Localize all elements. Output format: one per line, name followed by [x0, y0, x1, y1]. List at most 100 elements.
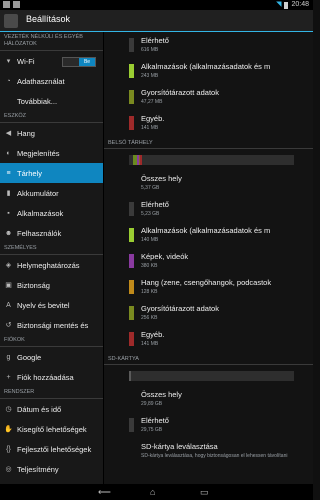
sidebar-item-felhasznalok[interactable]: ☻ Felhasználók [0, 223, 103, 243]
internal-row-egyeb[interactable]: Egyéb. 141 MB [104, 326, 313, 352]
storage-row-elerheto[interactable]: Elérhető 616 MB [104, 32, 313, 58]
sd-row-osszes-hely[interactable]: Összes hely 29,89 GB [104, 386, 313, 412]
section-divider [104, 364, 313, 365]
category-color-swatch [129, 332, 134, 346]
storage-icon: ≡ [6, 169, 11, 177]
sidebar-item-label: Hang [17, 128, 35, 138]
sidebar-item-fejlesztoi-lehetosegek[interactable]: {} Fejlesztői lehetőségek [0, 439, 103, 459]
sidebar-item-label: Akkumulátor [17, 188, 59, 198]
sidebar-item-teljesitmeny[interactable]: ◎ Teljesítmény [0, 459, 103, 479]
sidebar-item-wi-fi[interactable]: ▾ Wi-Fi Be [0, 51, 103, 71]
sidebar-item-tarhely[interactable]: ≡ Tárhely [0, 163, 103, 183]
internal-row-kepek-videok[interactable]: Képek, videók 380 KB [104, 248, 313, 274]
action-bar: Beállítások [0, 10, 313, 32]
language-icon: A [6, 301, 11, 309]
category-color-swatch [129, 280, 134, 294]
section-title: SD-KÁRTYA [108, 356, 139, 362]
sidebar-item-biztonsag[interactable]: ▣ Biztonság [0, 275, 103, 295]
internal-row-alkalmazasok-alkalmazasadatok-es-m[interactable]: Alkalmazások (alkalmazásadatok és m 140 M… [104, 222, 313, 248]
sidebar-item-adathasznalat[interactable]: ◔ Adathasználat [0, 71, 103, 91]
sd-row-elerheto[interactable]: Elérhető 29,75 GB [104, 412, 313, 438]
internal-row-elerheto[interactable]: Elérhető 5,23 GB [104, 196, 313, 222]
sidebar-item-label: Adathasználat [17, 76, 65, 86]
sidebar-section-header: RENDSZER [0, 387, 103, 399]
battery-status-icon [284, 1, 289, 9]
internal-storage-section: BELSŐ TÁRHELY [104, 136, 313, 150]
row-value: SD-kártya leválasztása, hogy biztonságos… [141, 453, 288, 459]
settings-app-icon[interactable] [4, 14, 18, 28]
home-icon[interactable]: ⌂ [150, 487, 155, 497]
category-color-swatch [129, 418, 134, 432]
sidebar-item-nyelv-es-bevitel[interactable]: A Nyelv és bevitel [0, 295, 103, 315]
sd-row-sd-kartya-levalasztasa[interactable]: SD-kártya leválasztása SD-kártya leválasz… [104, 438, 313, 464]
sidebar-item-alkalmazasok[interactable]: ▪ Alkalmazások [0, 203, 103, 223]
sidebar-item-label: Google [17, 352, 42, 362]
row-value: 616 MB [141, 47, 159, 53]
row-value: 5,37 GB [141, 185, 160, 191]
sidebar-item-tovabbiak[interactable]: Továbbiak... [0, 91, 103, 111]
sidebar-item-helymeghatarozas[interactable]: ◈ Helymeghatározás [0, 255, 103, 275]
row-value: 380 KB [141, 263, 158, 269]
sidebar-section-header: ESZKÖZ [0, 111, 103, 123]
sidebar-item-google[interactable]: g Google [0, 347, 103, 367]
row-label: Képek, videók [141, 252, 189, 261]
storage-row-alkalmazasok-alkalmazasadatok-es-m[interactable]: Alkalmazások (alkalmazásadatok és m 243 M… [104, 58, 313, 84]
users-icon: ☻ [4, 229, 13, 237]
storage-row-gyorsitotarazott-adatok[interactable]: Gyorsítótárazott adatok 47,27 MB [104, 84, 313, 110]
row-label: Egyéb. [141, 114, 165, 123]
sidebar-item-label: Biztonság [17, 280, 50, 290]
row-label: Összes hely [141, 390, 182, 399]
row-label: Elérhető [141, 416, 169, 425]
row-value: 47,27 MB [141, 99, 163, 105]
sidebar-item-akkumulator[interactable]: ▮ Akkumulátor [0, 183, 103, 203]
display-icon: ◐ [6, 149, 11, 157]
row-label: Alkalmazások (alkalmazásadatok és m [141, 226, 271, 235]
recent-apps-icon[interactable]: ▭ [200, 487, 209, 497]
status-bar: ◥ 20:48 [0, 0, 313, 10]
row-value: 140 MB [141, 237, 159, 243]
internal-row-osszes-hely[interactable]: Összes hely 5,37 GB [104, 170, 313, 196]
wifi-toggle[interactable]: Be [62, 57, 96, 67]
navigation-bar: ⟵ ⌂ ▭ [0, 484, 313, 500]
category-color-swatch [129, 228, 134, 242]
wifi-signal-icon: ◥ [276, 1, 282, 8]
sidebar-item-biztonsagi-mentes-es[interactable]: ↺ Biztonsági mentés és [0, 315, 103, 335]
hand-icon: ✋ [4, 426, 13, 433]
row-label: Gyorsítótárazott adatok [141, 88, 219, 97]
sd-storage-bar-row [104, 366, 313, 386]
sidebar-item-label: Teljesítmény [17, 464, 59, 474]
category-color-swatch [129, 38, 134, 52]
row-value: 128 KB [141, 289, 158, 295]
internal-row-gyorsitotarazott-adatok[interactable]: Gyorsítótárazott adatok 256 KB [104, 300, 313, 326]
sidebar-item-label: Helymeghatározás [17, 260, 80, 270]
internal-row-hang-zene-csengohangok-podcastok[interactable]: Hang (zene, csengőhangok, podcastok 128 K… [104, 274, 313, 300]
lock-icon: ▣ [5, 282, 12, 289]
sidebar-item-datum-es-ido[interactable]: ◷ Dátum és idő [0, 399, 103, 419]
category-color-swatch [129, 202, 134, 216]
status-right: ◥ 20:48 [276, 0, 309, 10]
sidebar-item-megjelenites[interactable]: ◐ Megjelenítés [0, 143, 103, 163]
row-label: Hang (zene, csengőhangok, podcastok [141, 278, 272, 287]
page-title: Beállítások [26, 14, 71, 24]
sidebar-item-label: Fiók hozzáadása [17, 372, 74, 382]
sidebar-item-fiok-hozzaadasa[interactable]: + Fiók hozzáadása [0, 367, 103, 387]
sidebar-item-label: Alkalmazások [17, 208, 64, 218]
sidebar-item-hang[interactable]: ◀ Hang [0, 123, 103, 143]
clock-icon: ◷ [5, 406, 12, 413]
row-value: 5,23 GB [141, 211, 160, 217]
row-value: 256 KB [141, 315, 158, 321]
category-color-swatch [129, 90, 134, 104]
usage-bar-segment [139, 155, 142, 165]
developer-icon: {} [6, 445, 11, 453]
storage-row-egyeb[interactable]: Egyéb. 141 MB [104, 110, 313, 136]
toggle-state: Be [79, 58, 95, 66]
row-label: Egyéb. [141, 330, 165, 339]
row-value: 29,75 GB [141, 427, 163, 433]
apps-icon: ▪ [7, 209, 10, 217]
sidebar-item-label: Biztonsági mentés és [17, 320, 89, 330]
back-icon[interactable]: ⟵ [98, 487, 111, 497]
sidebar-item-kisegito-lehetosegek[interactable]: ✋ Kisegítő lehetőségek [0, 419, 103, 439]
row-value: 29,89 GB [141, 401, 163, 407]
performance-icon: ◎ [5, 466, 12, 473]
sidebar-item-label: Tárhely [17, 168, 43, 178]
